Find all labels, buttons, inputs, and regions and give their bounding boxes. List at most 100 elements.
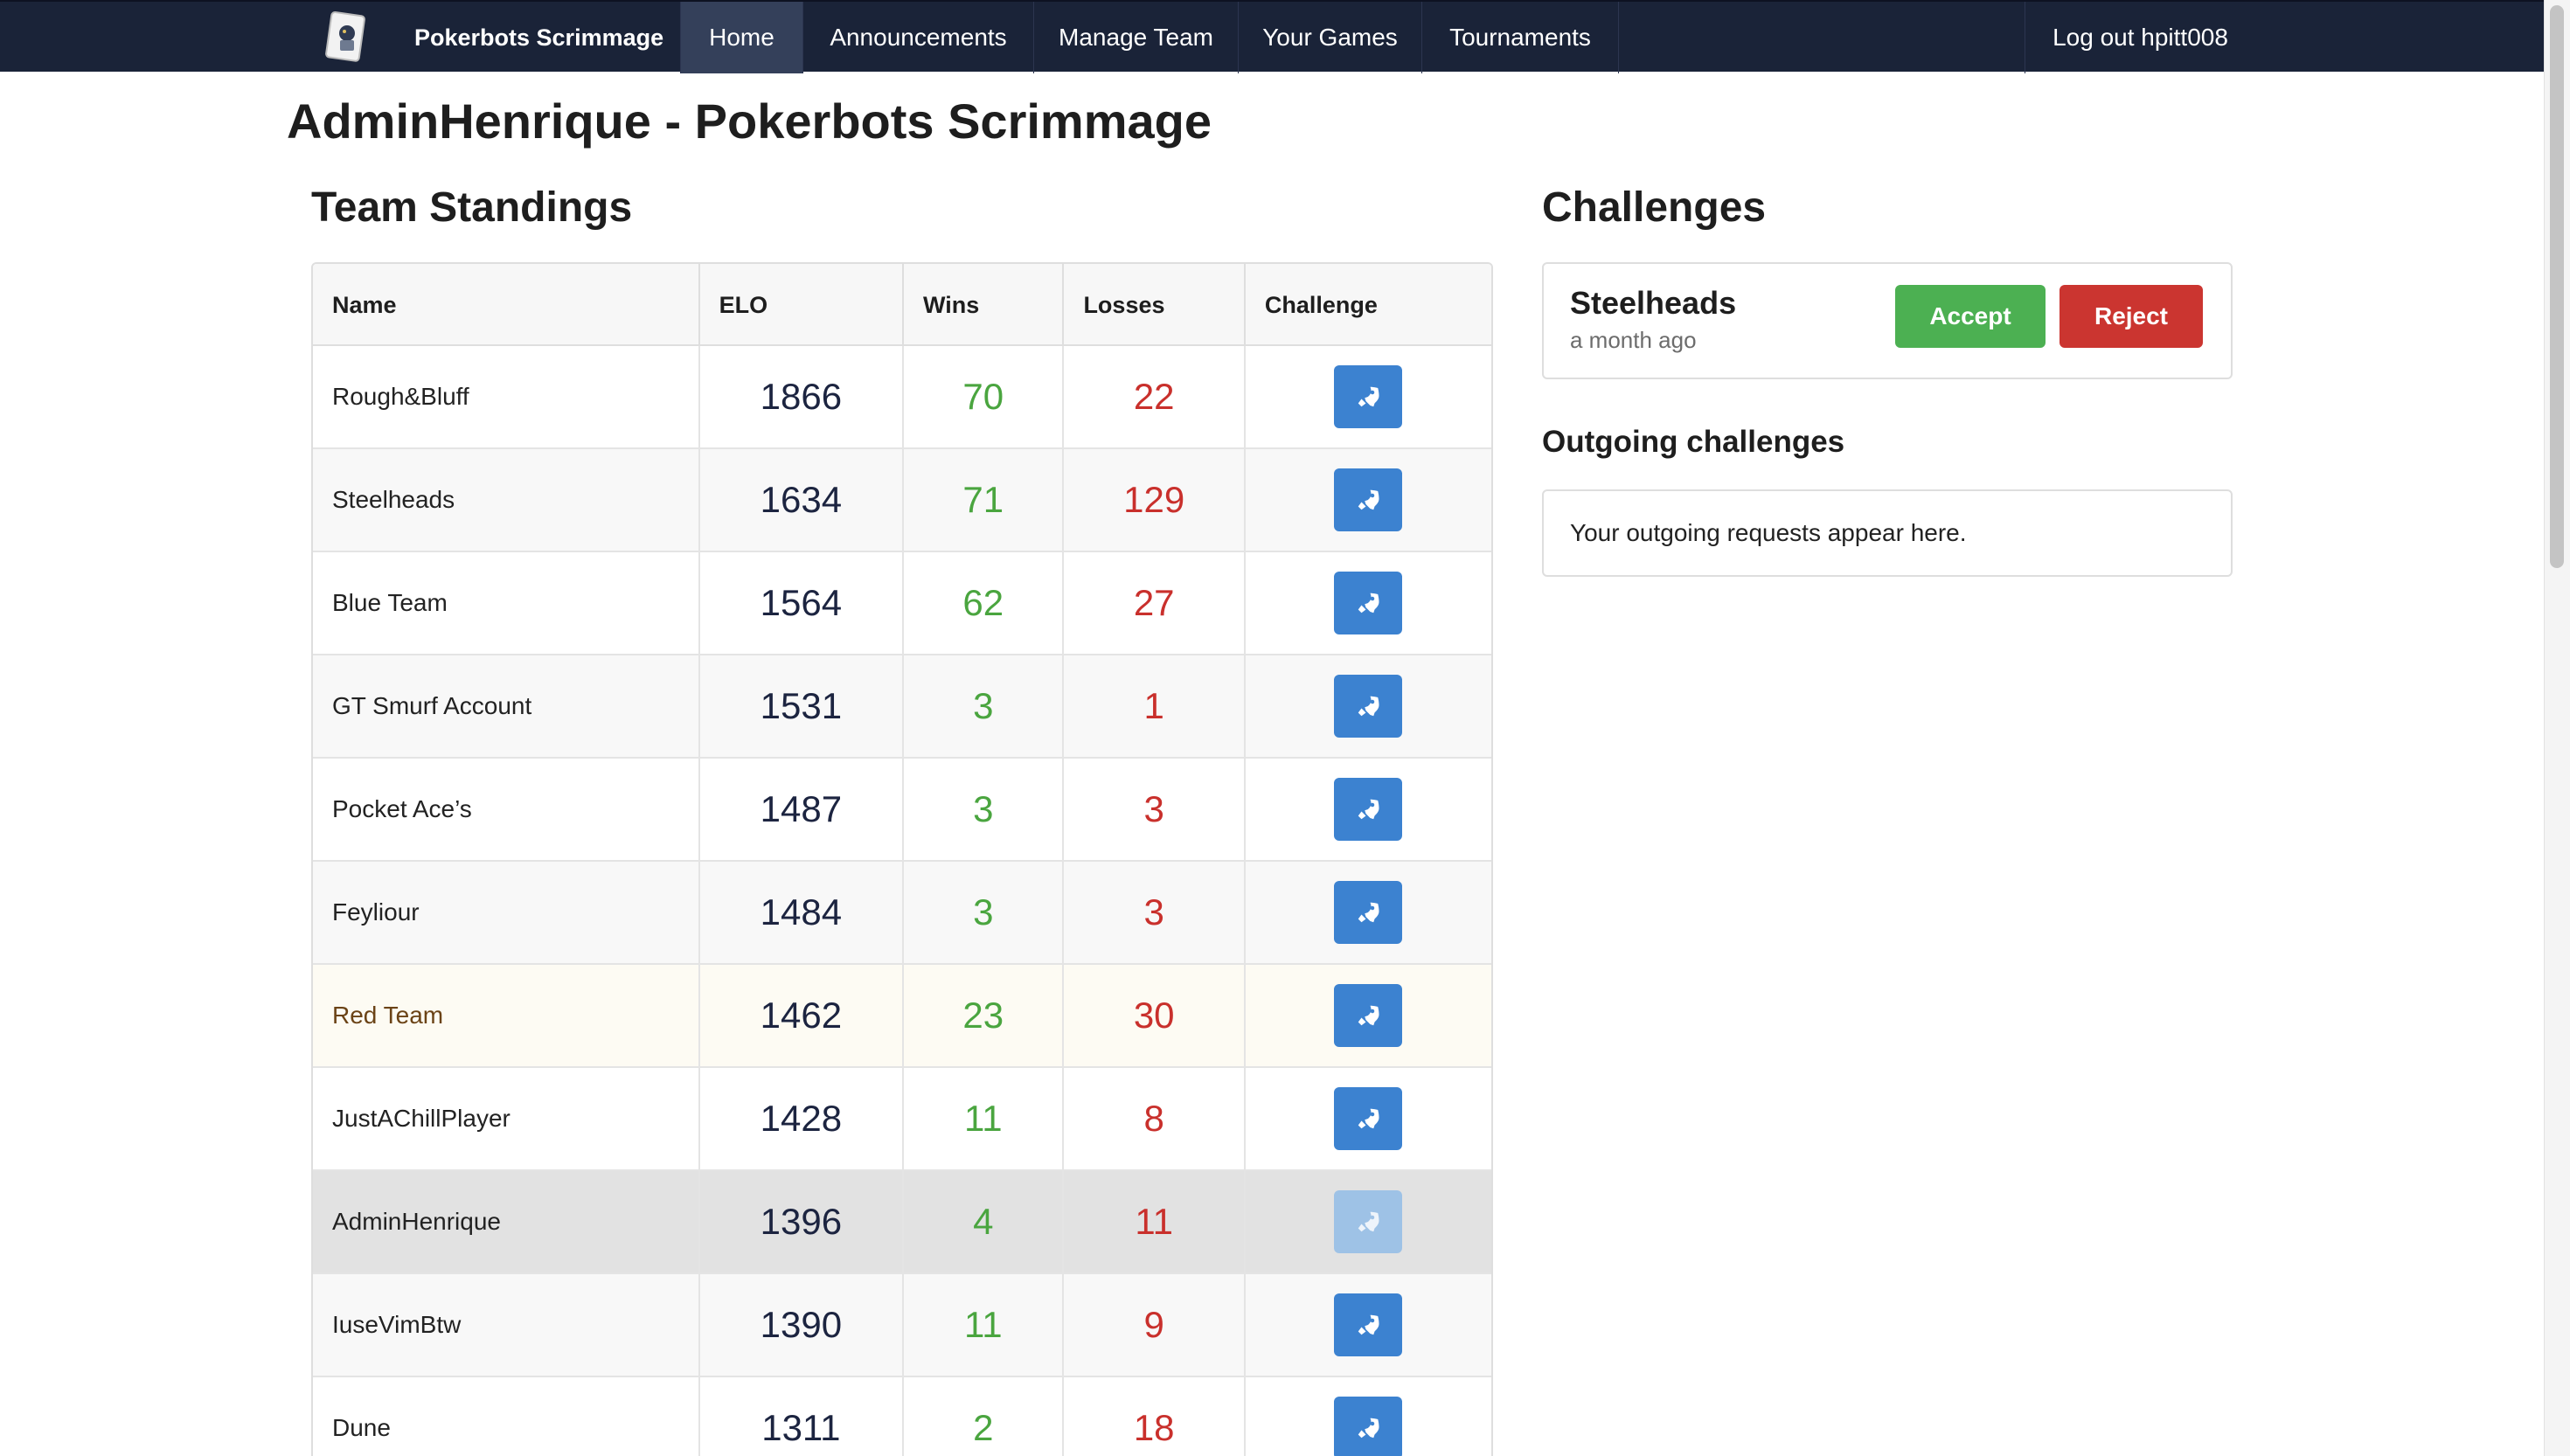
challenge-cell (1246, 965, 1491, 1066)
challenge-button[interactable] (1334, 984, 1403, 1047)
column-header-challenge: Challenge (1264, 292, 1378, 318)
nav-your-games[interactable]: Your Games (1238, 2, 1421, 73)
team-wins: 70 (904, 346, 1065, 447)
team-losses: 8 (1064, 1068, 1246, 1169)
team-losses: 129 (1064, 449, 1246, 551)
table-row: IuseVimBtw 1390 11 9 (313, 1274, 1491, 1377)
team-name: Rough&Bluff (313, 346, 700, 447)
page-scrollbar[interactable] (2544, 0, 2570, 1456)
team-wins: 3 (904, 759, 1065, 860)
rocket-icon (1358, 1314, 1379, 1335)
table-row: Dune 1311 2 18 (313, 1377, 1491, 1456)
table-row: Feyliour 1484 3 3 (313, 862, 1491, 965)
column-header-elo: ELO (700, 264, 904, 346)
column-header-name: Name (313, 264, 700, 346)
column-header-wins: Wins (904, 264, 1065, 346)
nav-home[interactable]: Home (680, 2, 802, 73)
team-name: Dune (313, 1377, 700, 1456)
team-elo: 1311 (700, 1377, 905, 1456)
team-losses: 9 (1064, 1274, 1246, 1376)
challenge-cell (1246, 759, 1491, 860)
brand-title[interactable]: Pokerbots Scrimmage (414, 2, 663, 73)
challenge-button[interactable] (1334, 1087, 1403, 1150)
nav-announcements[interactable]: Announcements (802, 2, 1033, 73)
team-name: Blue Team (313, 552, 700, 654)
challenge-button[interactable] (1334, 468, 1403, 531)
reject-button[interactable]: Reject (2059, 285, 2203, 348)
team-losses: 1 (1064, 655, 1246, 757)
team-elo: 1428 (700, 1068, 905, 1169)
team-name: Feyliour (313, 862, 700, 963)
team-wins: 3 (904, 655, 1065, 757)
team-wins: 11 (904, 1068, 1065, 1169)
team-wins: 23 (904, 965, 1065, 1066)
scrollbar-thumb[interactable] (2550, 5, 2564, 568)
team-name: JustAChillPlayer (313, 1068, 700, 1169)
team-losses: 22 (1064, 346, 1246, 447)
challenge-button[interactable] (1334, 572, 1403, 634)
challenge-cell (1246, 449, 1491, 551)
table-row: Steelheads 1634 71 129 (313, 449, 1491, 552)
table-row: Red Team 1462 23 30 (313, 965, 1491, 1068)
challenge-timestamp: a month ago (1570, 327, 1697, 353)
team-wins: 11 (904, 1274, 1065, 1376)
table-row: Blue Team 1564 62 27 (313, 552, 1491, 655)
rocket-icon (1358, 1005, 1379, 1026)
team-losses: 18 (1064, 1377, 1246, 1456)
table-row: GT Smurf Account 1531 3 1 (313, 655, 1491, 759)
column-header-losses: Losses (1064, 264, 1246, 346)
team-elo: 1487 (700, 759, 905, 860)
challenge-cell (1246, 655, 1491, 757)
team-elo: 1462 (700, 965, 905, 1066)
team-name: AdminHenrique (313, 1171, 700, 1272)
team-elo: 1531 (700, 655, 905, 757)
logout-link[interactable]: Log out hpitt008 (2025, 2, 2255, 73)
table-row: JustAChillPlayer 1428 11 8 (313, 1068, 1491, 1171)
team-wins: 71 (904, 449, 1065, 551)
team-name: IuseVimBtw (313, 1274, 700, 1376)
team-name: Red Team (313, 965, 700, 1066)
table-row: Rough&Bluff 1866 70 22 (313, 346, 1491, 449)
table-row-own-team: AdminHenrique 1396 4 11 (313, 1171, 1491, 1274)
challenge-button-disabled (1334, 1190, 1403, 1253)
top-navbar: Pokerbots Scrimmage Home Announcements M… (0, 0, 2544, 73)
team-losses: 3 (1064, 862, 1246, 963)
nav-tournaments[interactable]: Tournaments (1421, 2, 1619, 73)
rocket-icon (1358, 696, 1379, 717)
team-elo: 1390 (700, 1274, 905, 1376)
challenges-heading: Challenges (1542, 184, 1767, 231)
nav-manage-team[interactable]: Manage Team (1033, 2, 1238, 73)
team-name: GT Smurf Account (313, 655, 700, 757)
challenge-button[interactable] (1334, 1397, 1403, 1456)
team-elo: 1564 (700, 552, 905, 654)
challenge-button[interactable] (1334, 881, 1403, 944)
team-losses: 3 (1064, 759, 1246, 860)
outgoing-challenges-card: Your outgoing requests appear here. (1542, 489, 2233, 577)
rocket-icon (1358, 1418, 1379, 1439)
challenge-button[interactable] (1334, 675, 1403, 738)
challenge-cell (1246, 1274, 1491, 1376)
standings-heading: Team Standings (311, 184, 633, 231)
rocket-icon (1358, 489, 1379, 510)
standings-header-row: Name ELO Wins Losses Challenge (313, 264, 1491, 346)
team-losses: 30 (1064, 965, 1246, 1066)
team-elo: 1396 (700, 1171, 905, 1272)
rocket-icon (1358, 902, 1379, 923)
team-wins: 2 (904, 1377, 1065, 1456)
rocket-icon (1358, 593, 1379, 614)
challenge-button[interactable] (1334, 778, 1403, 841)
team-wins: 3 (904, 862, 1065, 963)
challenge-button[interactable] (1334, 365, 1403, 428)
challenge-cell (1246, 346, 1491, 447)
playing-card-logo-icon[interactable] (323, 10, 369, 65)
accept-button[interactable]: Accept (1895, 285, 2046, 348)
team-wins: 4 (904, 1171, 1065, 1272)
team-losses: 11 (1064, 1171, 1246, 1272)
rocket-icon (1358, 1211, 1379, 1232)
team-elo: 1866 (700, 346, 905, 447)
team-elo: 1484 (700, 862, 905, 963)
rocket-icon (1358, 799, 1379, 820)
challenge-button[interactable] (1334, 1293, 1403, 1356)
challenge-cell (1246, 1068, 1491, 1169)
team-elo: 1634 (700, 449, 905, 551)
